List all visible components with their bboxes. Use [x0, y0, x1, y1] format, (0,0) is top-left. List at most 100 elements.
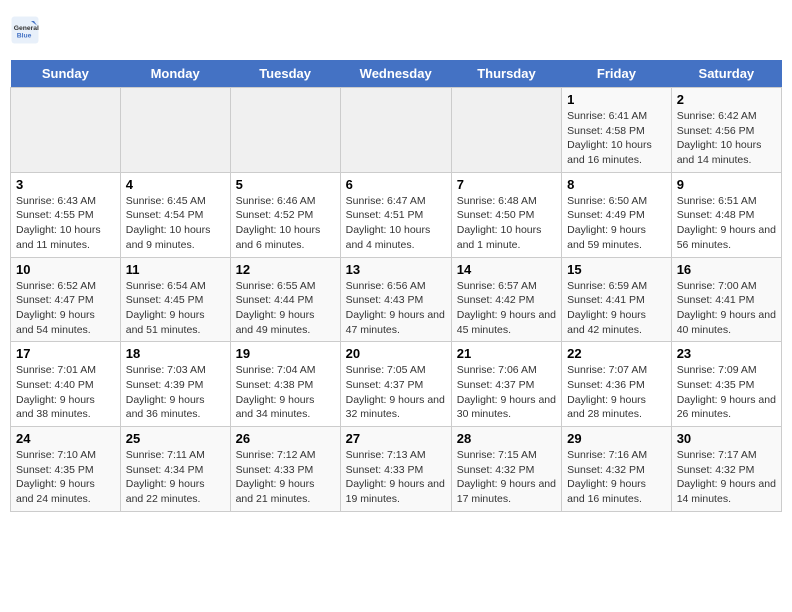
day-info: Sunrise: 6:46 AM Sunset: 4:52 PM Dayligh…	[236, 194, 335, 253]
col-header-thursday: Thursday	[451, 60, 561, 88]
day-number: 17	[16, 346, 115, 361]
day-info: Sunrise: 6:54 AM Sunset: 4:45 PM Dayligh…	[126, 279, 225, 338]
day-number: 18	[126, 346, 225, 361]
day-info: Sunrise: 7:01 AM Sunset: 4:40 PM Dayligh…	[16, 363, 115, 422]
day-cell: 30Sunrise: 7:17 AM Sunset: 4:32 PM Dayli…	[671, 427, 781, 512]
day-cell: 10 Sunrise: 6:52 AM Sunset: 4:47 PM Dayli…	[11, 257, 121, 342]
col-header-monday: Monday	[120, 60, 230, 88]
day-cell: 8 Sunrise: 6:50 AM Sunset: 4:49 PM Daylig…	[562, 172, 672, 257]
day-info: Sunrise: 7:11 AM Sunset: 4:34 PM Dayligh…	[126, 448, 225, 507]
day-cell: 23 Sunrise: 7:09 AM Sunset: 4:35 PM Dayli…	[671, 342, 781, 427]
day-cell: 20Sunrise: 7:05 AM Sunset: 4:37 PM Dayli…	[340, 342, 451, 427]
day-info: Sunrise: 6:50 AM Sunset: 4:49 PM Dayligh…	[567, 194, 666, 253]
day-cell: 22 Sunrise: 7:07 AM Sunset: 4:36 PM Dayli…	[562, 342, 672, 427]
day-number: 20	[346, 346, 446, 361]
day-cell: 12 Sunrise: 6:55 AM Sunset: 4:44 PM Dayli…	[230, 257, 340, 342]
day-cell: 19Sunrise: 7:04 AM Sunset: 4:38 PM Dayli…	[230, 342, 340, 427]
week-row-5: 24Sunrise: 7:10 AM Sunset: 4:35 PM Dayli…	[11, 427, 782, 512]
day-number: 4	[126, 177, 225, 192]
week-row-4: 17 Sunrise: 7:01 AM Sunset: 4:40 PM Dayli…	[11, 342, 782, 427]
calendar-table: SundayMondayTuesdayWednesdayThursdayFrid…	[10, 60, 782, 512]
day-cell: 24Sunrise: 7:10 AM Sunset: 4:35 PM Dayli…	[11, 427, 121, 512]
day-number: 30	[677, 431, 776, 446]
day-number: 9	[677, 177, 776, 192]
col-header-saturday: Saturday	[671, 60, 781, 88]
day-number: 14	[457, 262, 556, 277]
day-number: 22	[567, 346, 666, 361]
day-number: 2	[677, 92, 776, 107]
day-number: 28	[457, 431, 556, 446]
day-info: Sunrise: 6:47 AM Sunset: 4:51 PM Dayligh…	[346, 194, 446, 253]
day-number: 8	[567, 177, 666, 192]
day-cell: 4 Sunrise: 6:45 AM Sunset: 4:54 PM Daylig…	[120, 172, 230, 257]
day-cell	[451, 88, 561, 173]
day-info: Sunrise: 6:59 AM Sunset: 4:41 PM Dayligh…	[567, 279, 666, 338]
week-row-1: 1Sunrise: 6:41 AM Sunset: 4:58 PM Daylig…	[11, 88, 782, 173]
day-number: 23	[677, 346, 776, 361]
week-row-3: 10 Sunrise: 6:52 AM Sunset: 4:47 PM Dayli…	[11, 257, 782, 342]
day-cell	[11, 88, 121, 173]
logo-icon: General Blue	[10, 15, 40, 45]
calendar-header-row: SundayMondayTuesdayWednesdayThursdayFrid…	[11, 60, 782, 88]
day-info: Sunrise: 6:57 AM Sunset: 4:42 PM Dayligh…	[457, 279, 556, 338]
day-number: 11	[126, 262, 225, 277]
day-number: 12	[236, 262, 335, 277]
day-info: Sunrise: 7:03 AM Sunset: 4:39 PM Dayligh…	[126, 363, 225, 422]
day-number: 25	[126, 431, 225, 446]
day-info: Sunrise: 6:43 AM Sunset: 4:55 PM Dayligh…	[16, 194, 115, 253]
day-number: 3	[16, 177, 115, 192]
day-info: Sunrise: 7:00 AM Sunset: 4:41 PM Dayligh…	[677, 279, 776, 338]
day-info: Sunrise: 7:06 AM Sunset: 4:37 PM Dayligh…	[457, 363, 556, 422]
day-number: 16	[677, 262, 776, 277]
day-info: Sunrise: 6:48 AM Sunset: 4:50 PM Dayligh…	[457, 194, 556, 253]
day-number: 6	[346, 177, 446, 192]
col-header-wednesday: Wednesday	[340, 60, 451, 88]
day-cell: 7 Sunrise: 6:48 AM Sunset: 4:50 PM Daylig…	[451, 172, 561, 257]
day-cell: 11 Sunrise: 6:54 AM Sunset: 4:45 PM Dayli…	[120, 257, 230, 342]
week-row-2: 3 Sunrise: 6:43 AM Sunset: 4:55 PM Daylig…	[11, 172, 782, 257]
day-cell: 27 Sunrise: 7:13 AM Sunset: 4:33 PM Dayli…	[340, 427, 451, 512]
day-number: 21	[457, 346, 556, 361]
day-number: 26	[236, 431, 335, 446]
day-info: Sunrise: 6:45 AM Sunset: 4:54 PM Dayligh…	[126, 194, 225, 253]
day-number: 27	[346, 431, 446, 446]
svg-text:General: General	[14, 25, 39, 32]
day-cell: 17 Sunrise: 7:01 AM Sunset: 4:40 PM Dayli…	[11, 342, 121, 427]
day-cell: 21 Sunrise: 7:06 AM Sunset: 4:37 PM Dayli…	[451, 342, 561, 427]
day-info: Sunrise: 7:13 AM Sunset: 4:33 PM Dayligh…	[346, 448, 446, 507]
day-cell: 14 Sunrise: 6:57 AM Sunset: 4:42 PM Dayli…	[451, 257, 561, 342]
day-number: 29	[567, 431, 666, 446]
col-header-tuesday: Tuesday	[230, 60, 340, 88]
day-info: Sunrise: 7:16 AM Sunset: 4:32 PM Dayligh…	[567, 448, 666, 507]
day-cell: 25 Sunrise: 7:11 AM Sunset: 4:34 PM Dayli…	[120, 427, 230, 512]
day-cell: 18 Sunrise: 7:03 AM Sunset: 4:39 PM Dayli…	[120, 342, 230, 427]
day-cell: 5 Sunrise: 6:46 AM Sunset: 4:52 PM Daylig…	[230, 172, 340, 257]
day-info: Sunrise: 6:56 AM Sunset: 4:43 PM Dayligh…	[346, 279, 446, 338]
day-cell: 6 Sunrise: 6:47 AM Sunset: 4:51 PM Daylig…	[340, 172, 451, 257]
svg-text:Blue: Blue	[17, 33, 32, 40]
day-info: Sunrise: 6:52 AM Sunset: 4:47 PM Dayligh…	[16, 279, 115, 338]
day-info: Sunrise: 7:09 AM Sunset: 4:35 PM Dayligh…	[677, 363, 776, 422]
calendar-body: 1Sunrise: 6:41 AM Sunset: 4:58 PM Daylig…	[11, 88, 782, 512]
day-number: 10	[16, 262, 115, 277]
day-number: 5	[236, 177, 335, 192]
day-info: Sunrise: 6:51 AM Sunset: 4:48 PM Dayligh…	[677, 194, 776, 253]
day-cell: 13Sunrise: 6:56 AM Sunset: 4:43 PM Dayli…	[340, 257, 451, 342]
day-cell: 29 Sunrise: 7:16 AM Sunset: 4:32 PM Dayli…	[562, 427, 672, 512]
col-header-sunday: Sunday	[11, 60, 121, 88]
day-info: Sunrise: 7:10 AM Sunset: 4:35 PM Dayligh…	[16, 448, 115, 507]
col-header-friday: Friday	[562, 60, 672, 88]
day-cell: 26Sunrise: 7:12 AM Sunset: 4:33 PM Dayli…	[230, 427, 340, 512]
day-cell: 28 Sunrise: 7:15 AM Sunset: 4:32 PM Dayli…	[451, 427, 561, 512]
day-info: Sunrise: 6:55 AM Sunset: 4:44 PM Dayligh…	[236, 279, 335, 338]
day-info: Sunrise: 7:15 AM Sunset: 4:32 PM Dayligh…	[457, 448, 556, 507]
day-cell	[340, 88, 451, 173]
day-cell	[230, 88, 340, 173]
day-info: Sunrise: 7:07 AM Sunset: 4:36 PM Dayligh…	[567, 363, 666, 422]
day-cell: 16 Sunrise: 7:00 AM Sunset: 4:41 PM Dayli…	[671, 257, 781, 342]
day-cell: 3 Sunrise: 6:43 AM Sunset: 4:55 PM Daylig…	[11, 172, 121, 257]
day-cell: 9 Sunrise: 6:51 AM Sunset: 4:48 PM Daylig…	[671, 172, 781, 257]
day-number: 7	[457, 177, 556, 192]
day-info: Sunrise: 6:42 AM Sunset: 4:56 PM Dayligh…	[677, 109, 776, 168]
day-cell: 2 Sunrise: 6:42 AM Sunset: 4:56 PM Daylig…	[671, 88, 781, 173]
